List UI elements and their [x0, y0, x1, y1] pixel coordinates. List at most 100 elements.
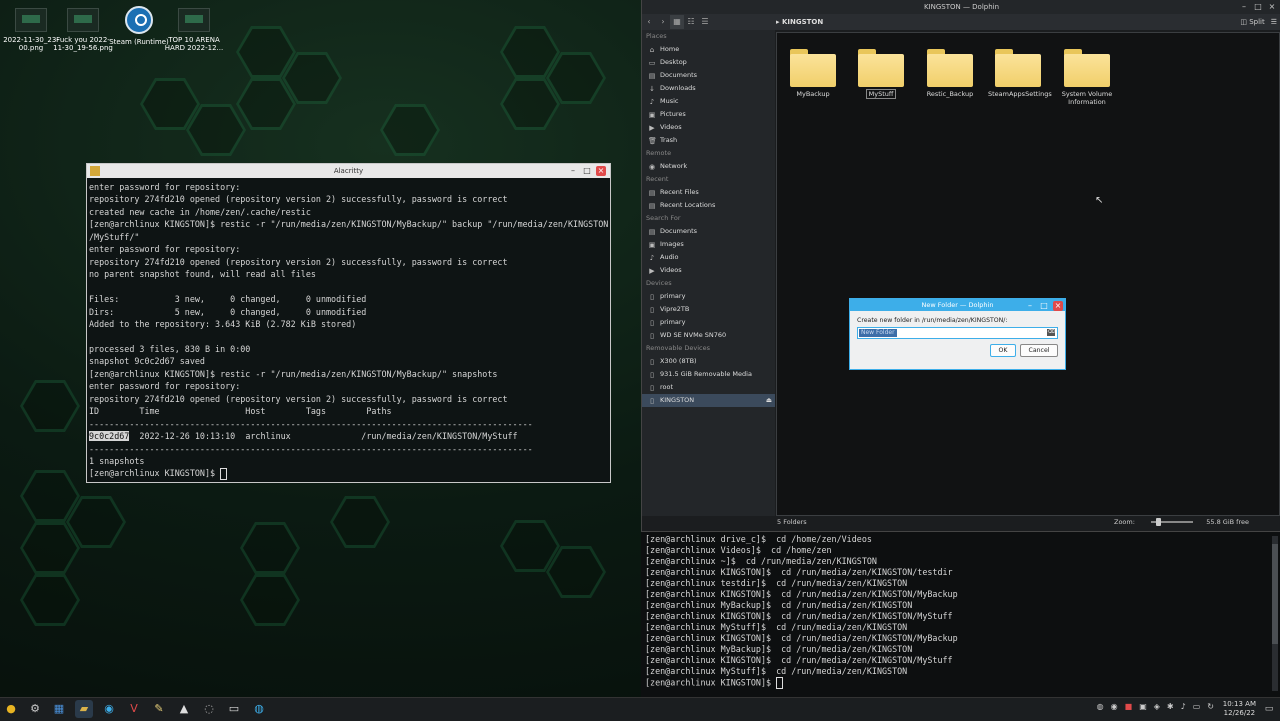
- maximize-icon[interactable]: □: [582, 166, 592, 176]
- places-item-label: WD SE NVMe SN760: [660, 331, 727, 339]
- terminal-line: enter password for repository:: [89, 381, 241, 392]
- places-item[interactable]: ▣ Images: [642, 238, 775, 251]
- places-item[interactable]: ▣ Pictures: [642, 108, 775, 121]
- show-desktop-icon[interactable]: ▭: [1260, 700, 1278, 718]
- places-item[interactable]: ▯ primary: [642, 316, 775, 329]
- places-item[interactable]: ▯ WD SE NVMe SN760: [642, 329, 775, 342]
- folder-item[interactable]: Restic_Backup: [920, 49, 980, 98]
- minimize-icon[interactable]: –: [1025, 301, 1035, 311]
- settings-icon[interactable]: ⚙: [26, 700, 44, 718]
- places-item[interactable]: ▤ Documents: [642, 225, 775, 238]
- tray-bluetooth-icon[interactable]: ✱: [1167, 702, 1174, 711]
- tray-updates-icon[interactable]: ↻: [1207, 702, 1214, 711]
- desktop-steam-shortcut[interactable]: Steam (Runtime): [108, 6, 170, 46]
- places-item[interactable]: ▯ KINGSTON ⏏: [642, 394, 775, 407]
- tray-clipboard-icon[interactable]: ▣: [1139, 702, 1147, 711]
- drive-icon: ▯: [650, 305, 654, 314]
- tray-app-icon[interactable]: ◉: [1111, 702, 1118, 711]
- places-item[interactable]: ▯ primary: [642, 290, 775, 303]
- trash-icon: 🗑: [648, 136, 657, 145]
- alacritty-taskbar-icon[interactable]: ▲: [175, 700, 193, 718]
- desktop-file-icon[interactable]: TOP 10 ARENA HARD 2022-12...: [163, 8, 225, 52]
- embedded-terminal[interactable]: [zen@archlinux drive_c]$ cd /home/zen/Vi…: [641, 531, 1280, 697]
- minimize-icon[interactable]: –: [568, 166, 578, 176]
- close-icon[interactable]: ×: [1267, 2, 1277, 12]
- ok-button[interactable]: OK: [990, 344, 1016, 357]
- dialog-titlebar[interactable]: New Folder — Dolphin – □ ×: [850, 299, 1065, 311]
- back-icon[interactable]: ‹: [642, 15, 656, 29]
- tray-record-icon[interactable]: ■: [1125, 702, 1133, 711]
- cancel-button[interactable]: Cancel: [1020, 344, 1058, 357]
- places-item[interactable]: ▯ Vipre2TB: [642, 303, 775, 316]
- compact-view-icon[interactable]: ☷: [684, 15, 698, 29]
- places-item[interactable]: ▶ Videos: [642, 121, 775, 134]
- clock[interactable]: 10:13 AM 12/26/22: [1223, 700, 1256, 718]
- dolphin-taskbar-icon[interactable]: ▰: [75, 700, 93, 718]
- alacritty-app-icon: [90, 166, 100, 176]
- places-item[interactable]: ▯ X300 (8TB): [642, 355, 775, 368]
- forward-icon[interactable]: ›: [656, 15, 670, 29]
- eject-icon[interactable]: ⏏: [766, 394, 772, 407]
- places-item[interactable]: 🗑 Trash: [642, 134, 775, 147]
- places-item[interactable]: ◉ Network: [642, 160, 775, 173]
- places-item[interactable]: ▶ Videos: [642, 264, 775, 277]
- places-item[interactable]: ▯ root: [642, 381, 775, 394]
- tray-network-icon[interactable]: ◈: [1154, 702, 1160, 711]
- places-item[interactable]: ⌂ Home: [642, 43, 775, 56]
- places-item[interactable]: ↓ Downloads: [642, 82, 775, 95]
- terminal-line: [zen@archlinux KINGSTON]$ restic -r "/ru…: [89, 368, 498, 379]
- folder-icon: [927, 49, 973, 87]
- clear-text-icon[interactable]: ⌫: [1047, 329, 1055, 336]
- places-item[interactable]: ♪ Music: [642, 95, 775, 108]
- volume-icon[interactable]: ♪: [1181, 702, 1186, 711]
- app-store-icon[interactable]: ▦: [50, 700, 68, 718]
- maximize-icon[interactable]: □: [1253, 2, 1263, 12]
- browser-icon[interactable]: ◉: [100, 700, 118, 718]
- details-view-icon[interactable]: ☰: [698, 15, 712, 29]
- downloads-icon: ↓: [649, 84, 655, 93]
- app-launcher-icon[interactable]: ●: [2, 700, 20, 718]
- folder-name-input[interactable]: New Folder ⌫: [857, 327, 1058, 339]
- file-view[interactable]: MyBackup MyStuff Restic_Backup SteamApps…: [776, 32, 1280, 516]
- documents-icon: ▤: [648, 71, 656, 80]
- minimize-icon[interactable]: –: [1239, 2, 1249, 12]
- close-icon[interactable]: ×: [1053, 301, 1063, 311]
- folder-item[interactable]: SteamAppsSettings: [988, 49, 1052, 98]
- alacritty-window[interactable]: Alacritty – □ × enter password for repos…: [86, 163, 611, 483]
- zoom-slider-handle[interactable]: [1156, 518, 1161, 526]
- folder-item[interactable]: MyStuff: [851, 49, 911, 99]
- places-item[interactable]: ▤ Documents: [642, 69, 775, 82]
- places-item[interactable]: ▭ Desktop: [642, 56, 775, 69]
- menu-icon[interactable]: ☰: [1271, 14, 1277, 30]
- desktop-file-icon[interactable]: Fuck you 2022-11-30_19-56.png: [52, 8, 114, 52]
- places-item[interactable]: ♪ Audio: [642, 251, 775, 264]
- maximize-icon[interactable]: □: [1039, 301, 1049, 311]
- window-titlebar[interactable]: KINGSTON — Dolphin – □ ×: [642, 0, 1280, 14]
- vivaldi-icon[interactable]: V: [125, 700, 143, 718]
- new-folder-dialog[interactable]: New Folder — Dolphin – □ × Create new fo…: [849, 298, 1066, 370]
- scrollbar[interactable]: [1272, 536, 1278, 691]
- places-item[interactable]: ▤ Recent Locations: [642, 199, 775, 212]
- terminal-line: snapshot 9c0c2d67 saved: [89, 356, 205, 367]
- toolbar: ‹ › ▦ ☷ ☰ ▸ KINGSTON ◫ Split ☰: [642, 14, 1280, 30]
- places-item-label: Trash: [660, 136, 678, 144]
- places-item[interactable]: ▯ 931.5 GiB Removable Media: [642, 368, 775, 381]
- tray-app-icon[interactable]: ◍: [1097, 702, 1104, 711]
- terminal-output[interactable]: enter password for repository: repository…: [87, 178, 610, 483]
- folder-item[interactable]: System Volume Information: [1057, 49, 1117, 106]
- split-button[interactable]: ◫ Split: [1240, 14, 1264, 30]
- steam-taskbar-icon[interactable]: ◍: [250, 700, 268, 718]
- music-icon: ♪: [649, 97, 655, 106]
- breadcrumb[interactable]: ▸ KINGSTON: [776, 14, 823, 30]
- terminal-taskbar-icon[interactable]: ▭: [225, 700, 243, 718]
- scrollbar-thumb[interactable]: [1272, 544, 1278, 644]
- icons-view-icon[interactable]: ▦: [670, 15, 684, 29]
- window-titlebar[interactable]: Alacritty – □ ×: [87, 164, 610, 178]
- app-icon[interactable]: ◌: [200, 700, 218, 718]
- text-editor-icon[interactable]: ✎: [150, 700, 168, 718]
- tray-storage-icon[interactable]: ▭: [1193, 702, 1201, 711]
- places-item[interactable]: ▤ Recent Files: [642, 186, 775, 199]
- folder-item[interactable]: MyBackup: [783, 49, 843, 98]
- close-icon[interactable]: ×: [596, 166, 606, 176]
- places-section-header: Devices: [646, 279, 672, 287]
